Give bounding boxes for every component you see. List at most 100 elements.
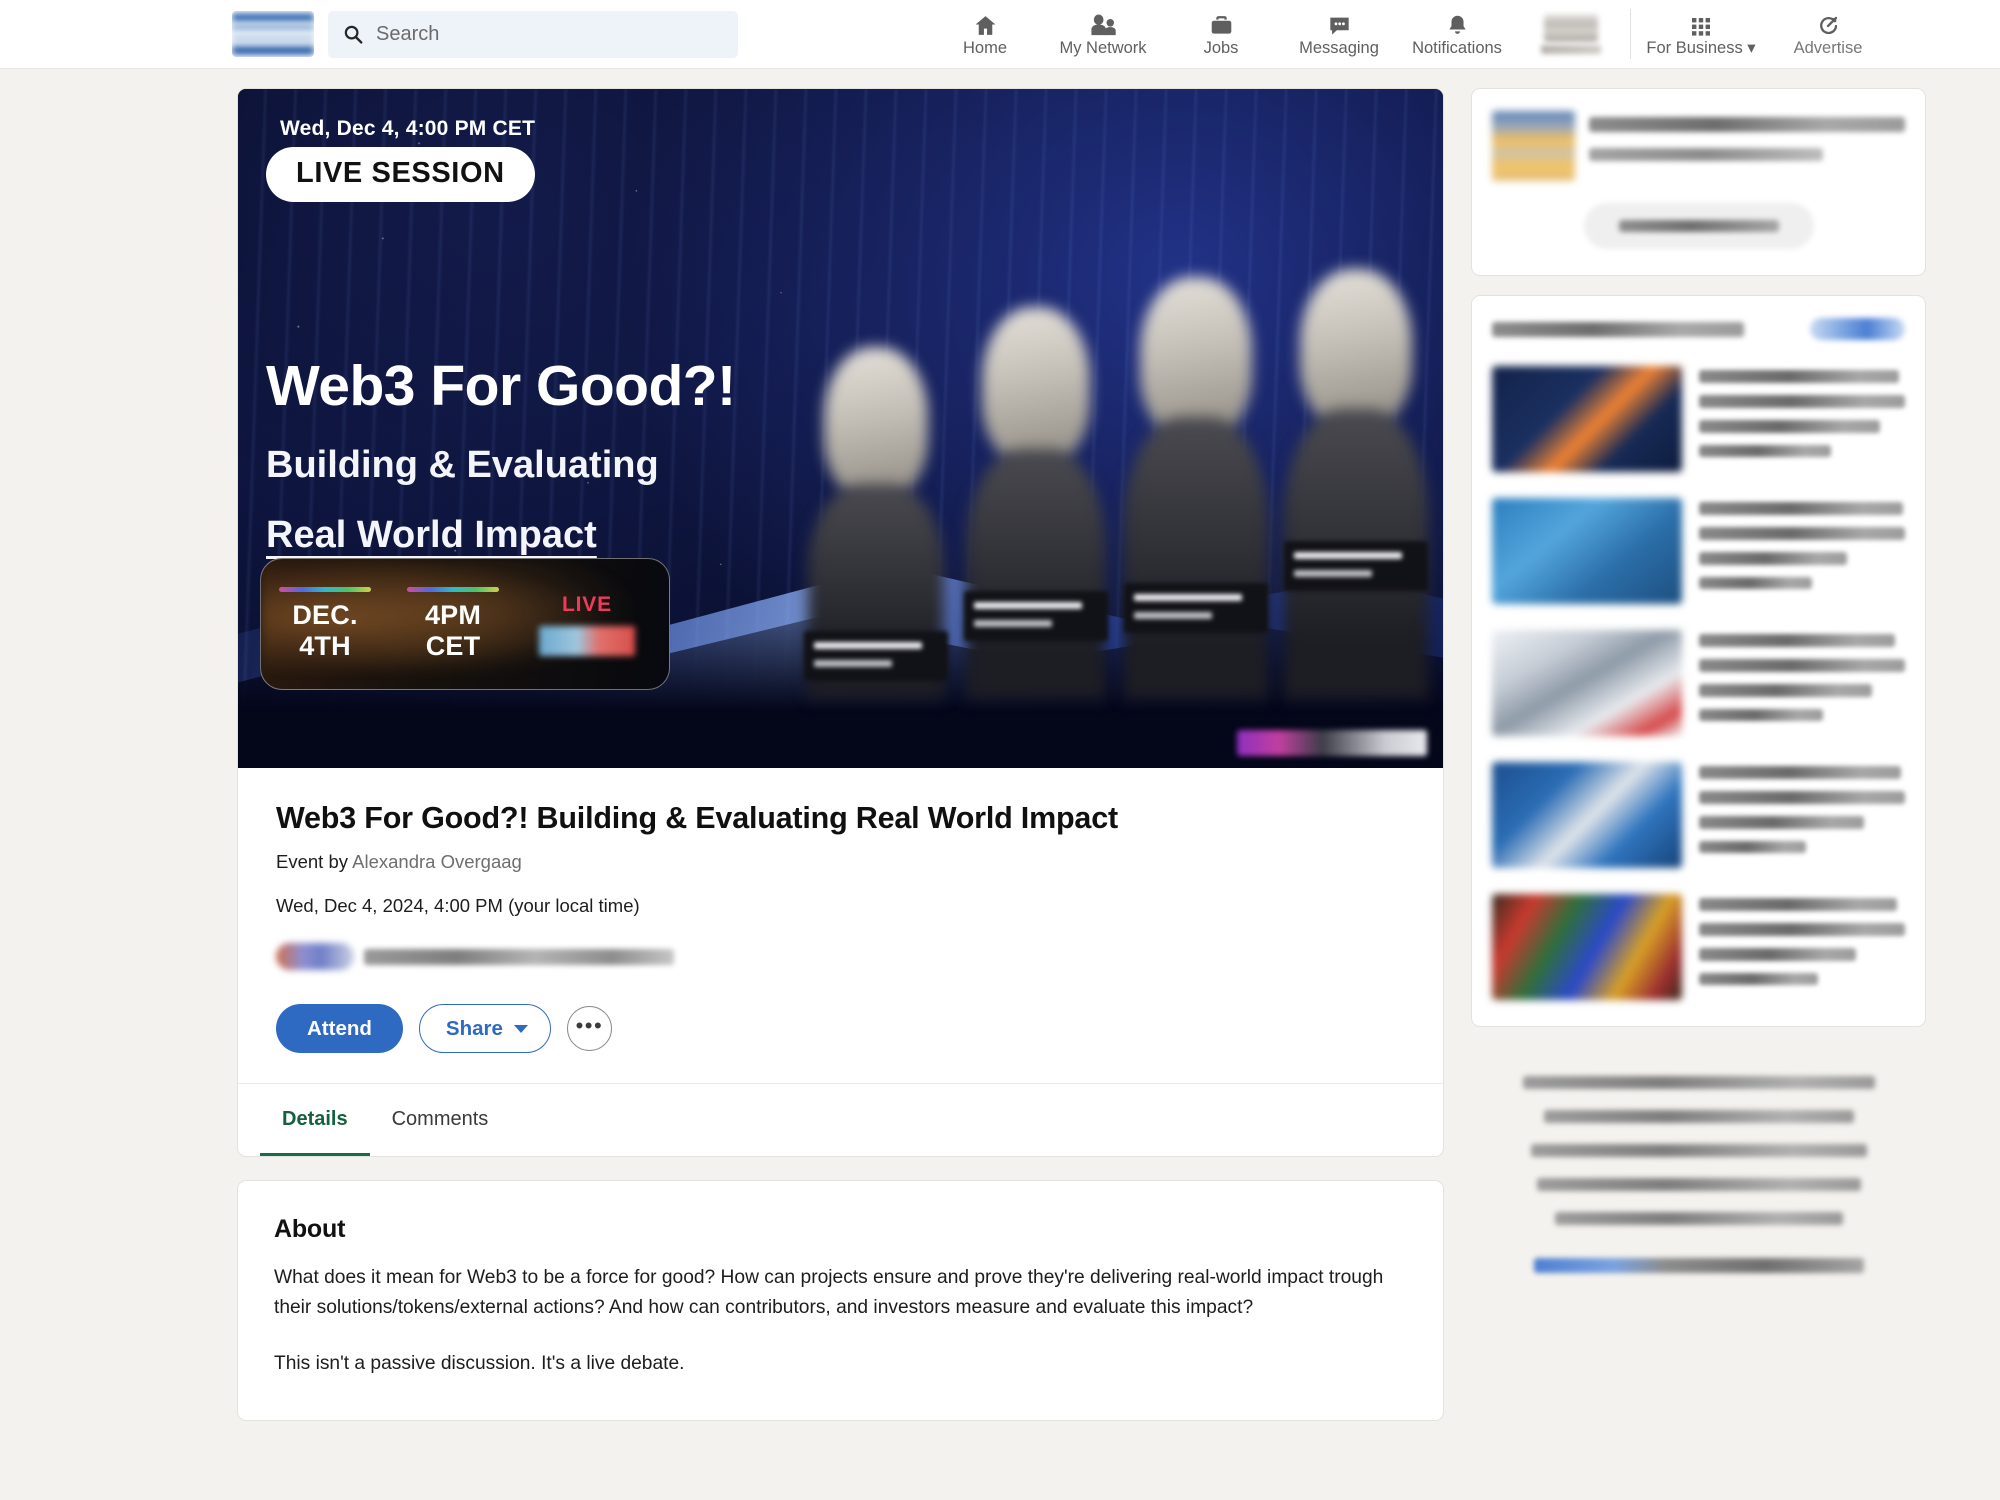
banner-pill-time-top: 4PM bbox=[424, 600, 482, 631]
news-line bbox=[1699, 634, 1895, 647]
sidebar-promo-card[interactable] bbox=[1471, 88, 1926, 276]
event-attendees-row[interactable] bbox=[276, 943, 1405, 971]
people-icon bbox=[1089, 11, 1118, 38]
news-line bbox=[1699, 709, 1823, 721]
promo-action-button[interactable] bbox=[1583, 203, 1814, 249]
nav-item-my-network[interactable]: My Network bbox=[1044, 0, 1162, 69]
speaker-portrait bbox=[1118, 229, 1274, 699]
footer-link-line[interactable] bbox=[1530, 1144, 1867, 1157]
promo-title-line bbox=[1589, 117, 1905, 132]
avatar-icon bbox=[1544, 14, 1598, 42]
chevron-down-icon: ▾ bbox=[1747, 39, 1756, 58]
about-paragraph-1: What does it mean for Web3 to be a force… bbox=[274, 1267, 1384, 1319]
banner-pill-time: 4PM CET bbox=[389, 587, 517, 661]
news-line bbox=[1699, 659, 1905, 672]
footer-copyright-line bbox=[1533, 1258, 1864, 1273]
chevron-down-icon bbox=[513, 1024, 528, 1033]
news-line bbox=[1699, 445, 1831, 457]
about-card: About What does it mean for Web3 to be a… bbox=[237, 1180, 1444, 1421]
attendee-summary-text bbox=[364, 948, 674, 965]
news-line bbox=[1699, 552, 1848, 565]
about-heading: About bbox=[274, 1215, 346, 1244]
speaker-portrait bbox=[958, 229, 1114, 699]
news-item[interactable] bbox=[1492, 366, 1905, 472]
tab-comments-label: Comments bbox=[391, 1107, 489, 1130]
attend-button[interactable]: Attend bbox=[276, 1004, 403, 1054]
nav-item-me[interactable] bbox=[1516, 0, 1626, 69]
banner-live-badge: LIVE SESSION bbox=[266, 147, 535, 202]
banner-pill-live-label: LIVE bbox=[562, 592, 612, 616]
banner-corner-logo bbox=[1237, 730, 1427, 756]
banner-date-line: Wed, Dec 4, 4:00 PM CET bbox=[280, 117, 536, 140]
news-line bbox=[1699, 577, 1813, 589]
nav-item-my-network-label: My Network bbox=[1059, 39, 1147, 58]
news-thumbnail bbox=[1492, 762, 1682, 868]
home-icon bbox=[972, 11, 999, 38]
banner-pill-live: LIVE bbox=[517, 593, 657, 656]
nav-item-notifications[interactable]: Notifications bbox=[1398, 0, 1516, 69]
news-line bbox=[1699, 948, 1856, 961]
nav-item-me-label bbox=[1541, 45, 1601, 54]
news-line bbox=[1699, 527, 1905, 540]
nav-item-for-business-label: For Business bbox=[1646, 39, 1743, 58]
share-button-label: Share bbox=[445, 1016, 503, 1040]
news-thumbnail bbox=[1492, 630, 1682, 736]
banner-headline: Web3 For Good?! bbox=[266, 354, 736, 418]
news-card-badge[interactable] bbox=[1810, 318, 1905, 340]
event-title: Web3 For Good?! Building & Evaluating Re… bbox=[276, 801, 1118, 835]
nav-item-jobs[interactable]: Jobs bbox=[1162, 0, 1280, 69]
share-button[interactable]: Share bbox=[418, 1004, 551, 1054]
event-card: Wed, Dec 4, 4:00 PM CET LIVE SESSION Web… bbox=[237, 88, 1444, 1158]
event-by-prefix: Event by bbox=[276, 851, 348, 873]
news-item[interactable] bbox=[1492, 894, 1905, 1000]
news-card-header bbox=[1492, 318, 1905, 340]
event-host-line: Event by Alexandra Overgaag bbox=[276, 851, 1405, 873]
tab-comments[interactable]: Comments bbox=[370, 1085, 511, 1156]
promo-subtitle-line bbox=[1589, 148, 1823, 161]
about-paragraph-2: This isn't a passive discussion. It's a … bbox=[274, 1353, 685, 1375]
more-options-button[interactable]: ••• bbox=[566, 1006, 612, 1052]
footer-link-line[interactable] bbox=[1543, 1110, 1854, 1123]
speaker-portrait bbox=[1278, 229, 1434, 699]
global-navbar: Search Home My Network Jobs Messaging No… bbox=[0, 0, 2000, 69]
nav-items: Home My Network Jobs Messaging Notificat… bbox=[926, 0, 1889, 69]
footer-link-line[interactable] bbox=[1536, 1178, 1861, 1191]
banner-pill-date-bottom: 4TH bbox=[299, 630, 351, 661]
news-thumbnail bbox=[1492, 366, 1682, 472]
search-input-value: Search bbox=[376, 22, 440, 45]
banner-speaker-portraits bbox=[798, 229, 1443, 699]
event-info: Web3 For Good?! Building & Evaluating Re… bbox=[238, 768, 1443, 1083]
news-item[interactable] bbox=[1492, 498, 1905, 604]
nav-divider bbox=[1630, 9, 1631, 59]
nav-item-messaging[interactable]: Messaging bbox=[1280, 0, 1398, 69]
linkedin-logo[interactable] bbox=[232, 11, 314, 57]
footer-link-line[interactable] bbox=[1522, 1076, 1875, 1089]
news-line bbox=[1699, 766, 1901, 779]
banner-pill-time-bottom: CET bbox=[425, 630, 481, 661]
news-line bbox=[1699, 923, 1905, 936]
news-line bbox=[1699, 370, 1899, 383]
briefcase-icon bbox=[1208, 11, 1235, 38]
news-line bbox=[1699, 973, 1819, 985]
bell-icon bbox=[1444, 11, 1471, 38]
tab-details[interactable]: Details bbox=[260, 1085, 370, 1157]
main-column: Wed, Dec 4, 4:00 PM CET LIVE SESSION Web… bbox=[237, 88, 1444, 1421]
news-item[interactable] bbox=[1492, 630, 1905, 736]
news-line bbox=[1699, 395, 1905, 408]
rainbow-divider-icon bbox=[279, 587, 371, 593]
nav-item-notifications-label: Notifications bbox=[1412, 39, 1502, 58]
message-bubble-icon bbox=[1326, 11, 1353, 38]
sidebar-news-card bbox=[1471, 295, 1926, 1027]
nav-item-home[interactable]: Home bbox=[926, 0, 1044, 69]
event-host-name[interactable]: Alexandra Overgaag bbox=[352, 851, 522, 872]
event-banner-image[interactable]: Wed, Dec 4, 4:00 PM CET LIVE SESSION Web… bbox=[238, 89, 1443, 768]
nav-item-advertise[interactable]: Advertise bbox=[1767, 0, 1889, 69]
nav-item-for-business[interactable]: For Business ▾ bbox=[1635, 0, 1767, 69]
search-input[interactable]: Search bbox=[328, 10, 738, 58]
news-item[interactable] bbox=[1492, 762, 1905, 868]
footer-link-line[interactable] bbox=[1554, 1212, 1843, 1225]
nav-item-advertise-label: Advertise bbox=[1793, 39, 1863, 58]
right-sidebar bbox=[1471, 88, 1926, 1307]
banner-subline-1: Building & Evaluating bbox=[266, 444, 659, 486]
banner-subline-2: Real World Impact bbox=[266, 514, 597, 556]
